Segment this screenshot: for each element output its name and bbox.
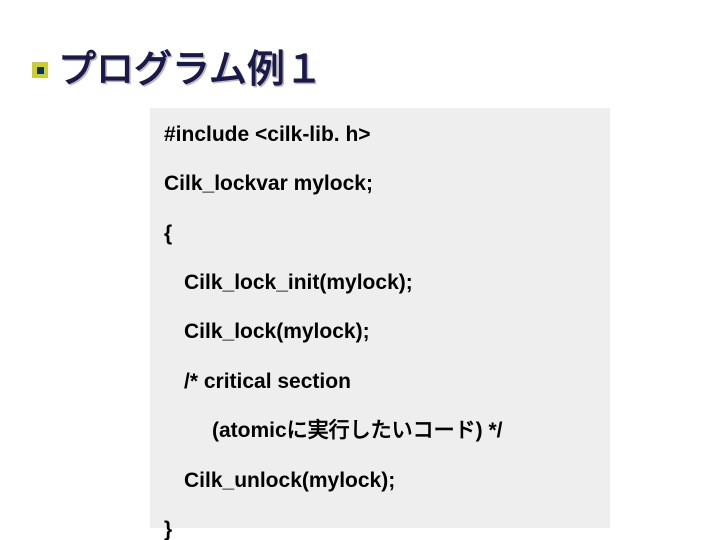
code-line-unlock: Cilk_unlock(mylock);	[164, 466, 596, 495]
title-row: プログラム例１	[58, 50, 720, 92]
title-bullet-icon	[32, 62, 48, 78]
slide-title: プログラム例１	[58, 50, 720, 92]
code-line-include: #include <cilk-lib. h>	[164, 120, 596, 149]
code-line-comment-1: /* critical section	[164, 367, 596, 396]
code-line-open-brace: {	[164, 219, 596, 248]
code-line-comment-2: (atomicに実行したいコード) */	[164, 416, 596, 445]
code-line-lock: Cilk_lock(mylock);	[164, 317, 596, 346]
code-line-close-brace: }	[164, 515, 596, 540]
slide: プログラム例１ #include <cilk-lib. h> Cilk_lock…	[0, 0, 720, 540]
code-line-init: Cilk_lock_init(mylock);	[164, 268, 596, 297]
code-block: #include <cilk-lib. h> Cilk_lockvar mylo…	[150, 108, 610, 528]
code-line-declare: Cilk_lockvar mylock;	[164, 169, 596, 198]
